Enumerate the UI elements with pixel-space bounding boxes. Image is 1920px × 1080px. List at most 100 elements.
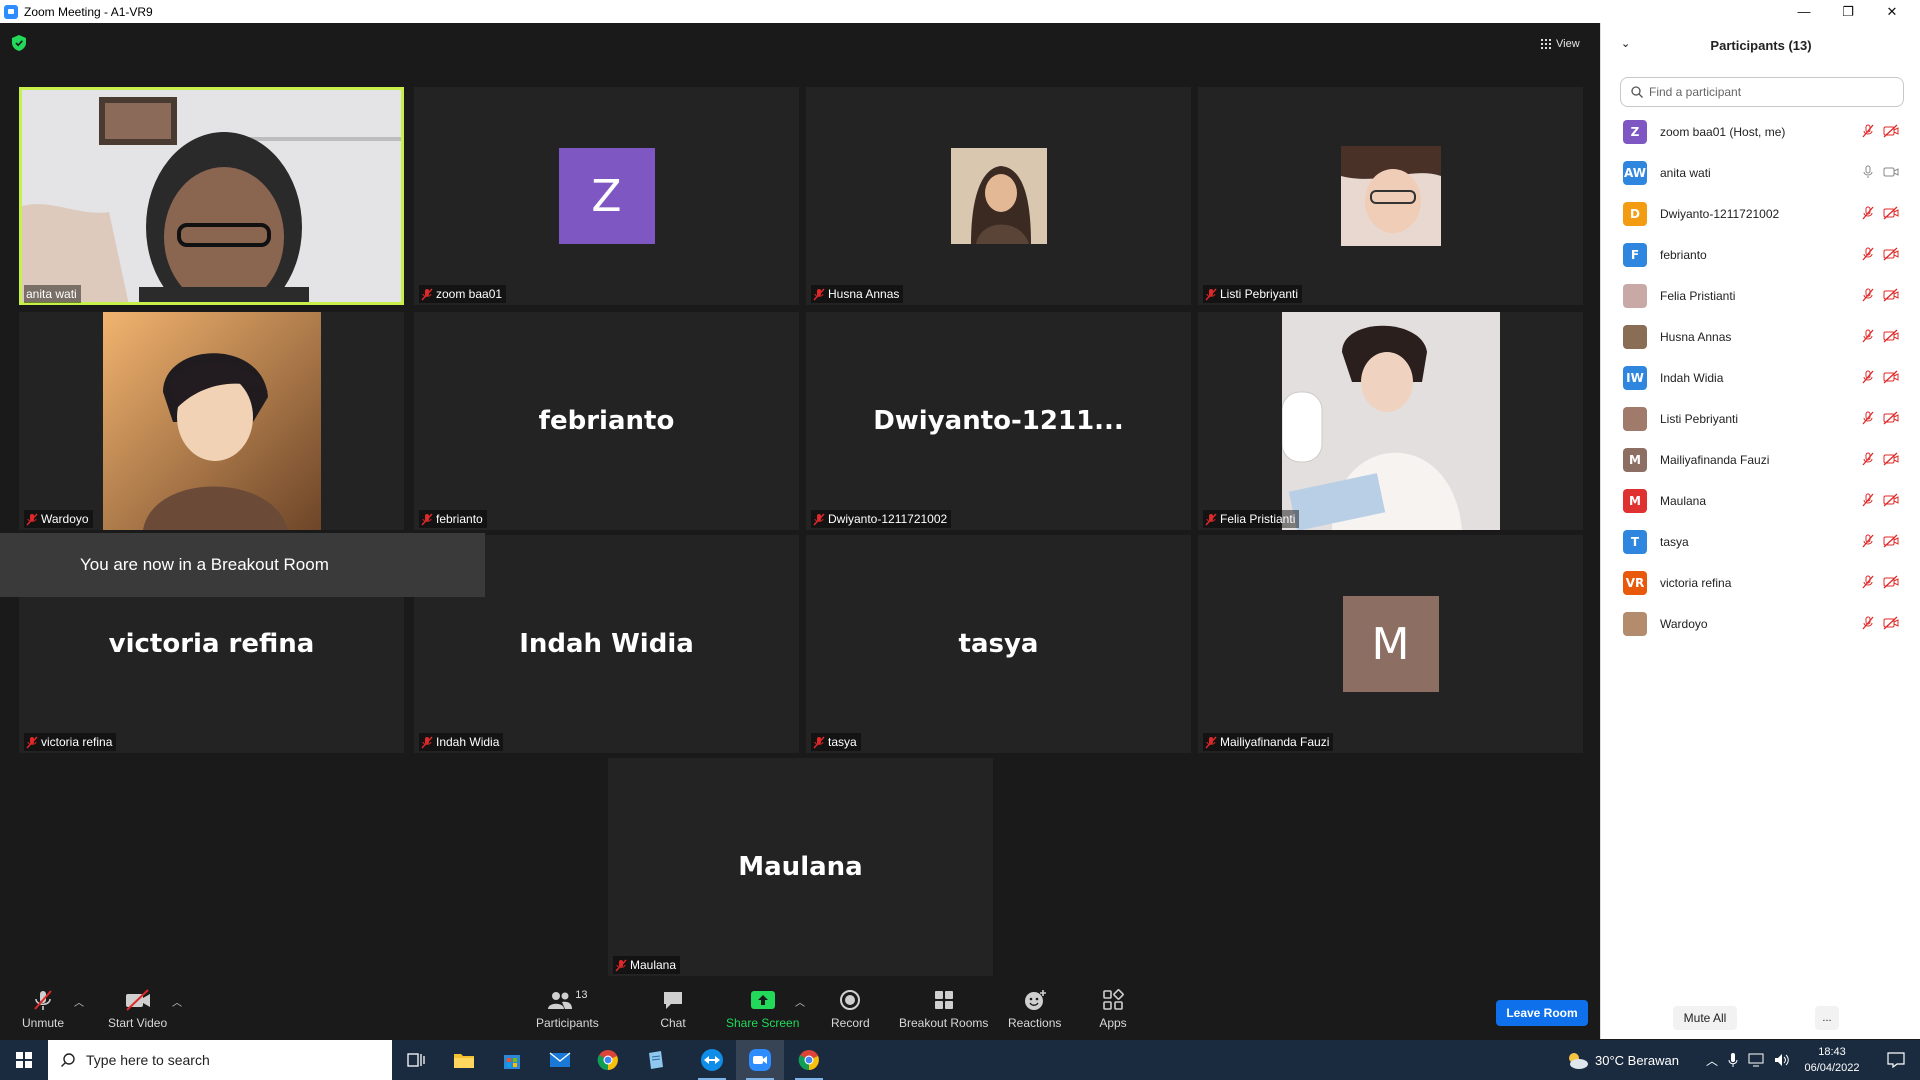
video-tile-tasya[interactable]: tasya tasya <box>806 535 1191 753</box>
video-tile-febrianto[interactable]: febrianto febrianto <box>414 312 799 530</box>
network-icon[interactable] <box>1748 1053 1764 1067</box>
task-view-icon[interactable] <box>392 1040 440 1080</box>
reactions-button[interactable]: Reactions <box>1008 988 1061 1030</box>
minimize-button[interactable]: — <box>1782 0 1826 23</box>
participant-row[interactable]: IW Indah Widia <box>1601 357 1920 398</box>
video-tile-anita-wati[interactable]: anita wati <box>19 87 404 305</box>
chrome-icon[interactable] <box>584 1040 632 1080</box>
participant-name: Dwiyanto-1211721002 <box>1660 206 1780 221</box>
tile-name-label: zoom baa01 <box>419 285 507 303</box>
search-icon <box>61 1053 75 1067</box>
microsoft-store-icon[interactable] <box>488 1040 536 1080</box>
leave-room-button[interactable]: Leave Room <box>1496 1000 1588 1026</box>
participant-avatar: D <box>1623 201 1647 226</box>
encryption-shield-icon[interactable] <box>12 35 26 51</box>
video-tile-listi-pebriyanti[interactable]: Listi Pebriyanti <box>1198 87 1583 305</box>
video-off-icon <box>1883 493 1899 507</box>
participant-row[interactable]: Z zoom baa01 (Host, me) <box>1601 111 1920 152</box>
participant-avatar-photo <box>1281 312 1500 530</box>
breakout-rooms-button[interactable]: Breakout Rooms <box>899 988 988 1030</box>
mute-all-button[interactable]: Mute All <box>1673 1006 1737 1030</box>
start-video-button[interactable]: Start Video <box>108 988 167 1030</box>
tile-name-label: febrianto <box>419 510 487 528</box>
panel-title: Participants (13) <box>1710 37 1812 53</box>
breakout-rooms-icon <box>930 988 958 1012</box>
clock-time: 18:43 <box>1818 1046 1846 1058</box>
tile-name-label: Felia Pristianti <box>1203 510 1300 528</box>
participant-row[interactable]: T tasya <box>1601 521 1920 562</box>
video-off-icon <box>1883 534 1899 548</box>
muted-mic-icon <box>1862 534 1874 548</box>
participant-row[interactable]: Felia Pristianti <box>1601 275 1920 316</box>
more-options-button[interactable]: ... <box>1815 1006 1839 1030</box>
participant-search-input[interactable] <box>1649 85 1889 99</box>
participant-row[interactable]: Wardoyo <box>1601 603 1920 644</box>
record-button[interactable]: Record <box>831 988 870 1030</box>
participant-row[interactable]: VR victoria refina <box>1601 562 1920 603</box>
video-off-icon <box>1883 247 1899 261</box>
chat-button[interactable]: Chat <box>659 988 687 1030</box>
taskbar-clock[interactable]: 18:43 06/04/2022 <box>1796 1044 1868 1076</box>
start-button[interactable] <box>0 1040 48 1080</box>
participant-row[interactable]: M Maulana <box>1601 480 1920 521</box>
video-tile-wardoyo[interactable]: Wardoyo <box>19 312 404 530</box>
participant-display-name: tasya <box>958 629 1039 659</box>
video-tile-maulana[interactable]: Maulana Maulana <box>608 758 993 976</box>
participant-name: tasya <box>1660 534 1689 549</box>
muted-mic-icon <box>29 988 57 1012</box>
notepad-icon[interactable] <box>632 1040 680 1080</box>
tile-name-label: Listi Pebriyanti <box>1203 285 1303 303</box>
share-options-caret-icon[interactable]: ︿ <box>795 994 805 1009</box>
collapse-chevron-icon[interactable]: ⌄ <box>1621 37 1630 50</box>
taskbar-search[interactable]: Type here to search <box>48 1040 392 1080</box>
participant-avatar: T <box>1623 529 1647 554</box>
zoom-taskbar-icon[interactable] <box>736 1040 784 1080</box>
participant-display-name: febrianto <box>538 406 675 436</box>
participant-row[interactable]: Husna Annas <box>1601 316 1920 357</box>
volume-icon[interactable] <box>1774 1053 1790 1067</box>
video-off-icon <box>1883 329 1899 343</box>
participant-row[interactable]: D Dwiyanto-1211721002 <box>1601 193 1920 234</box>
muted-mic-icon <box>421 512 433 526</box>
teamviewer-icon[interactable] <box>688 1040 736 1080</box>
muted-mic-icon <box>1862 493 1874 507</box>
participant-avatar: IW <box>1623 365 1647 390</box>
participant-avatar-photo <box>1623 611 1647 636</box>
file-explorer-icon[interactable] <box>440 1040 488 1080</box>
video-options-caret-icon[interactable]: ︿ <box>172 994 182 1009</box>
mail-icon[interactable] <box>536 1040 584 1080</box>
participant-name: Husna Annas <box>1660 329 1732 344</box>
audio-options-caret-icon[interactable]: ︿ <box>74 994 84 1009</box>
view-button[interactable]: View <box>1533 33 1588 55</box>
unmute-button[interactable]: Unmute <box>22 988 64 1030</box>
participant-display-name: Maulana <box>738 852 863 882</box>
participant-row[interactable]: AW anita wati <box>1601 152 1920 193</box>
chrome-profile-icon[interactable] <box>785 1040 833 1080</box>
apps-button[interactable]: Apps <box>1099 988 1127 1030</box>
weather-widget[interactable]: 30°C Berawan <box>1565 1040 1679 1080</box>
participant-avatar: VR <box>1623 570 1647 595</box>
participant-avatar-photo <box>102 312 321 530</box>
show-hidden-icons-chevron-icon[interactable]: ︿ <box>1706 1052 1718 1069</box>
video-tile-dwiyanto[interactable]: Dwiyanto-1211... Dwiyanto-1211721002 <box>806 312 1191 530</box>
participants-button[interactable]: 13 Participants <box>536 988 599 1030</box>
cloudy-weather-icon <box>1569 1053 1588 1069</box>
video-tile-zoom-baa01[interactable]: Z zoom baa01 <box>414 87 799 305</box>
meeting-toolbar: Unmute ︿ Start Video ︿ 13 Participants C… <box>0 980 1600 1039</box>
restore-button[interactable]: ❐ <box>1826 0 1870 23</box>
video-tile-husna-annas[interactable]: Husna Annas <box>806 87 1191 305</box>
microphone-tray-icon[interactable] <box>1728 1052 1738 1068</box>
participant-row[interactable]: M Mailiyafinanda Fauzi <box>1601 439 1920 480</box>
video-tile-felia-pristianti[interactable]: Felia Pristianti <box>1198 312 1583 530</box>
close-button[interactable]: ✕ <box>1870 0 1914 23</box>
participants-panel: ⌄ Participants (13) Z zoom baa01 (Host, … <box>1600 23 1920 1039</box>
muted-mic-icon <box>813 287 825 301</box>
participant-row[interactable]: Listi Pebriyanti <box>1601 398 1920 439</box>
muted-mic-icon <box>813 735 825 749</box>
participant-row[interactable]: F febrianto <box>1601 234 1920 275</box>
video-tile-mailiyafinanda-fauzi[interactable]: M Mailiyafinanda Fauzi <box>1198 535 1583 753</box>
share-screen-button[interactable]: Share Screen <box>726 988 799 1030</box>
notifications-icon[interactable] <box>1872 1040 1920 1080</box>
participant-search[interactable] <box>1620 77 1904 107</box>
participant-name: anita wati <box>1660 165 1711 180</box>
